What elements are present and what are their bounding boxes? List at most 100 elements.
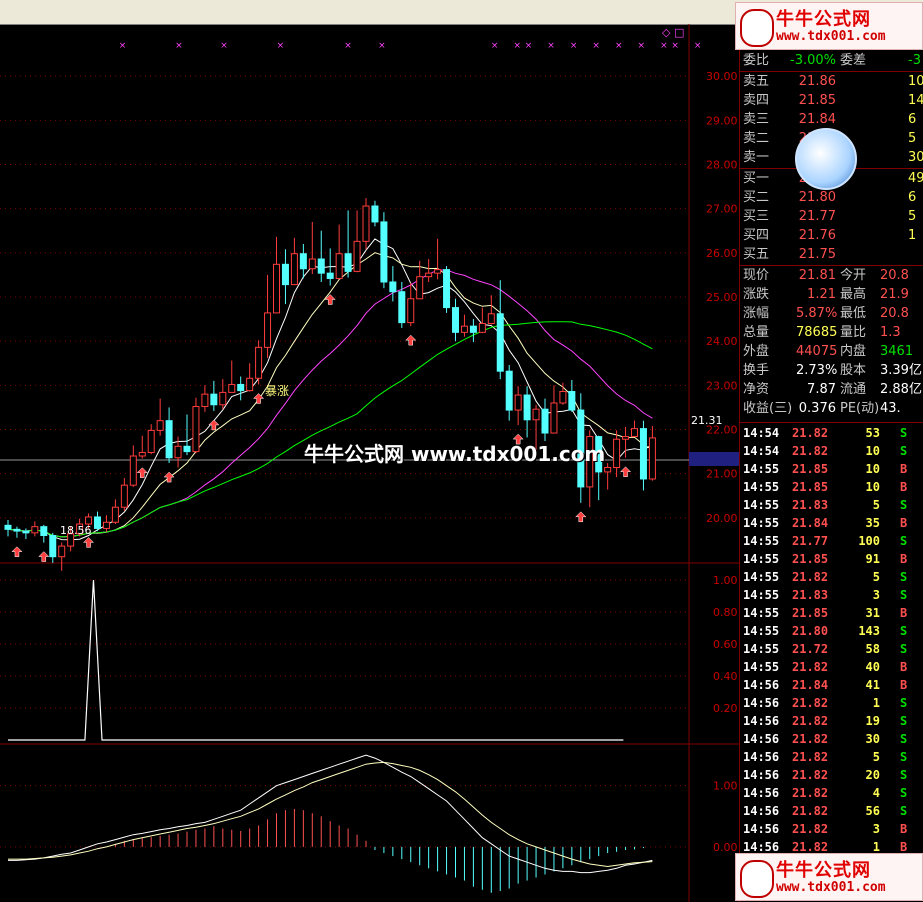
bid-volume: 6 (908, 190, 917, 205)
ask-label: 卖一 (743, 150, 770, 165)
stat-label: 收益(三) (743, 401, 793, 416)
ask-volume: 14 (908, 93, 923, 108)
ask-label: 卖五 (743, 74, 770, 89)
tick-flag: S (900, 768, 908, 782)
tick-volume: 31 (865, 606, 880, 620)
tick-row: 14:55 21.85 10 B (740, 460, 923, 478)
tick-time: 14:55 (743, 516, 780, 530)
low-label: 18.56 (60, 524, 92, 537)
logo-top: 牛牛公式网 www.tdx001.com (735, 2, 923, 50)
tick-row: 14:56 21.82 1 S (740, 694, 923, 712)
tick-row: 14:55 21.85 91 B (740, 550, 923, 568)
bid-price: 21.76 (798, 228, 836, 243)
price-tick-label: 30.00 (706, 70, 738, 83)
tick-row: 14:55 21.77 100 S (740, 532, 923, 550)
candle-body (532, 408, 540, 421)
tick-flag: S (900, 570, 908, 584)
signal-label: 暴涨 (265, 383, 289, 398)
stat-row: 收益(三) 0.376 PE(动) 43. (740, 400, 923, 418)
bid-row: 买四 21.76 1 (740, 227, 923, 245)
tick-flag: S (900, 498, 908, 512)
tick-time: 14:56 (743, 714, 780, 728)
tick-price: 21.82 (792, 732, 829, 746)
candle-body (58, 545, 66, 558)
stat-value: 2.73% (796, 363, 838, 378)
candle-body (362, 205, 370, 242)
stat-label: 股本 (840, 363, 867, 378)
ask-volume: 5 (908, 131, 917, 146)
ask-volume: 30 (908, 150, 923, 165)
stat-label: 流通 (840, 382, 867, 397)
price-marker-box (689, 451, 739, 466)
candle-body (102, 521, 110, 529)
stat-row: 净资 7.87 流通 2.88亿 (740, 381, 923, 399)
tick-row: 14:54 21.82 53 S (740, 424, 923, 442)
candle-body (308, 258, 316, 270)
signal-marker: × (378, 41, 386, 51)
tick-volume: 40 (865, 660, 880, 674)
stat-label: 总量 (743, 325, 770, 340)
stat-value: 3.39亿 (880, 363, 922, 378)
stat-label: 最低 (840, 306, 867, 321)
topbar-marker[interactable]: ◇ □ (662, 26, 684, 39)
price-marker-label: 21.31 (691, 414, 723, 427)
bid-volume: 1 (908, 228, 917, 243)
tick-volume: 4 (872, 786, 880, 800)
candle-body (550, 402, 558, 434)
ask-label: 卖三 (743, 112, 770, 127)
tick-flag: S (900, 786, 908, 800)
candle-body (237, 383, 245, 392)
candle-body (255, 346, 263, 379)
candle-body (389, 281, 397, 293)
tick-volume: 5 (872, 750, 880, 764)
candle-body (460, 325, 468, 333)
buy-arrow-icon (575, 511, 587, 523)
tick-row: 14:55 21.85 31 B (740, 604, 923, 622)
stat-label: 外盘 (743, 344, 770, 359)
ask-volume: 10 (908, 74, 923, 89)
bid-label: 买三 (743, 209, 770, 224)
tick-price: 21.82 (792, 660, 829, 674)
stat-row: 涨跌 1.21 最高 21.9 (740, 286, 923, 304)
candle-body (487, 313, 495, 324)
candle-body (192, 406, 200, 453)
tick-price: 21.82 (792, 786, 829, 800)
tick-row: 14:55 21.83 3 S (740, 586, 923, 604)
candle-body (523, 394, 531, 421)
candle-body (398, 291, 406, 324)
signal-marker: × (344, 41, 352, 51)
stat-value: 44075 (796, 344, 838, 359)
candle-body (85, 516, 93, 525)
stat-value: 2.88亿 (880, 382, 922, 397)
candle-body (469, 325, 477, 333)
tick-volume: 20 (865, 768, 880, 782)
candle-body (22, 530, 30, 534)
candle-body (4, 524, 12, 530)
stat-label: 量比 (840, 325, 867, 340)
bid-volume: 5 (908, 209, 917, 224)
candle-body (371, 205, 379, 223)
stat-value: 21.9 (880, 287, 909, 302)
signal-marker: × (592, 41, 600, 51)
oscillator-line (8, 579, 624, 741)
candle-body (568, 391, 576, 411)
candle-body (49, 535, 57, 558)
tick-volume: 100 (858, 534, 880, 548)
stat-value: 78685 (796, 325, 838, 340)
candle-body (505, 370, 513, 411)
tick-flag: B (900, 552, 908, 566)
buy-arrow-icon (38, 551, 50, 562)
candle-body (290, 253, 298, 286)
stat-label: 内盘 (840, 344, 867, 359)
tick-row: 14:56 21.84 41 B (740, 676, 923, 694)
tick-flag: B (900, 462, 908, 476)
tick-volume: 30 (865, 732, 880, 746)
tick-time: 14:56 (743, 750, 780, 764)
tick-price: 21.85 (792, 462, 829, 476)
tick-price: 21.83 (792, 588, 829, 602)
signal-marker: × (119, 41, 127, 51)
stat-value: 20.8 (880, 306, 909, 321)
tick-volume: 53 (865, 426, 880, 440)
candle-body (13, 528, 21, 532)
tick-price: 21.82 (792, 444, 829, 458)
